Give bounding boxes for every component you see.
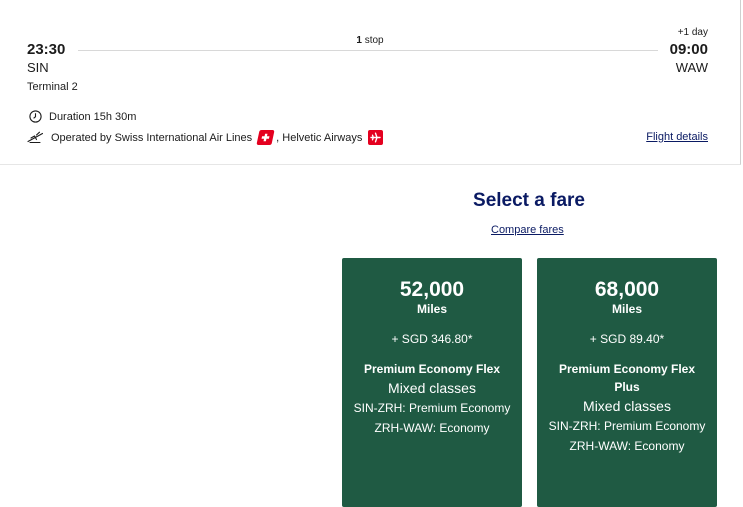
fare-name: Premium Economy Flex Plus (558, 362, 696, 394)
fare-price: + SGD 89.40* (589, 332, 665, 346)
plane-icon (27, 131, 44, 144)
departure-time: 23:30 (27, 41, 66, 58)
arrival-day-offset: +1 day (677, 27, 708, 38)
flight-summary-card: 23:30 SIN Terminal 2 1 stop +1 day 09:00… (0, 0, 741, 165)
stops-label: stop (364, 35, 384, 46)
swiss-logo-icon (256, 130, 275, 145)
departure-terminal: Terminal 2 (27, 81, 78, 93)
fare-mixed-classes: Mixed classes (583, 398, 671, 414)
fare-price: + SGD 346.80* (391, 332, 473, 346)
arrival-airport-code: WAW (675, 60, 708, 75)
fare-miles-label: Miles (416, 302, 447, 316)
fare-miles: 52,000 (399, 278, 465, 301)
fare-mixed-classes: Mixed classes (388, 380, 476, 396)
stops-count: 1 (356, 35, 362, 46)
fare-name: Premium Economy Flex (363, 362, 501, 376)
route-line (78, 50, 658, 51)
arrival-time: 09:00 (669, 41, 708, 58)
fare-segment-2: ZRH-WAW: Economy (374, 421, 490, 435)
duration-row: Duration 15h 30m (29, 110, 136, 123)
clock-icon (29, 110, 42, 123)
flight-details-link[interactable]: Flight details (646, 131, 708, 143)
compare-fares-link[interactable]: Compare fares (491, 224, 564, 236)
fare-card-premium-economy-flex-plus[interactable]: 68,000 Miles + SGD 89.40* Premium Econom… (537, 258, 717, 507)
departure-airport-code: SIN (27, 60, 49, 75)
fare-miles: 68,000 (594, 278, 660, 301)
helvetic-logo-icon (368, 130, 384, 145)
stops-indicator: 1 stop (340, 35, 400, 46)
fare-segment-2: ZRH-WAW: Economy (569, 439, 685, 453)
operated-by-text: Operated by Swiss International Air Line… (51, 131, 253, 144)
fare-card-premium-economy-flex[interactable]: 52,000 Miles + SGD 346.80* Premium Econo… (342, 258, 522, 507)
operated-by-row: Operated by Swiss International Air Line… (27, 130, 386, 145)
fare-miles-label: Miles (611, 302, 642, 316)
select-fare-heading: Select a fare (473, 190, 585, 211)
duration-text: Duration 15h 30m (49, 110, 137, 123)
operated-by-second: , Helvetic Airways (276, 131, 363, 144)
fare-segment-1: SIN-ZRH: Premium Economy (548, 419, 706, 433)
fare-segment-1: SIN-ZRH: Premium Economy (353, 401, 511, 415)
